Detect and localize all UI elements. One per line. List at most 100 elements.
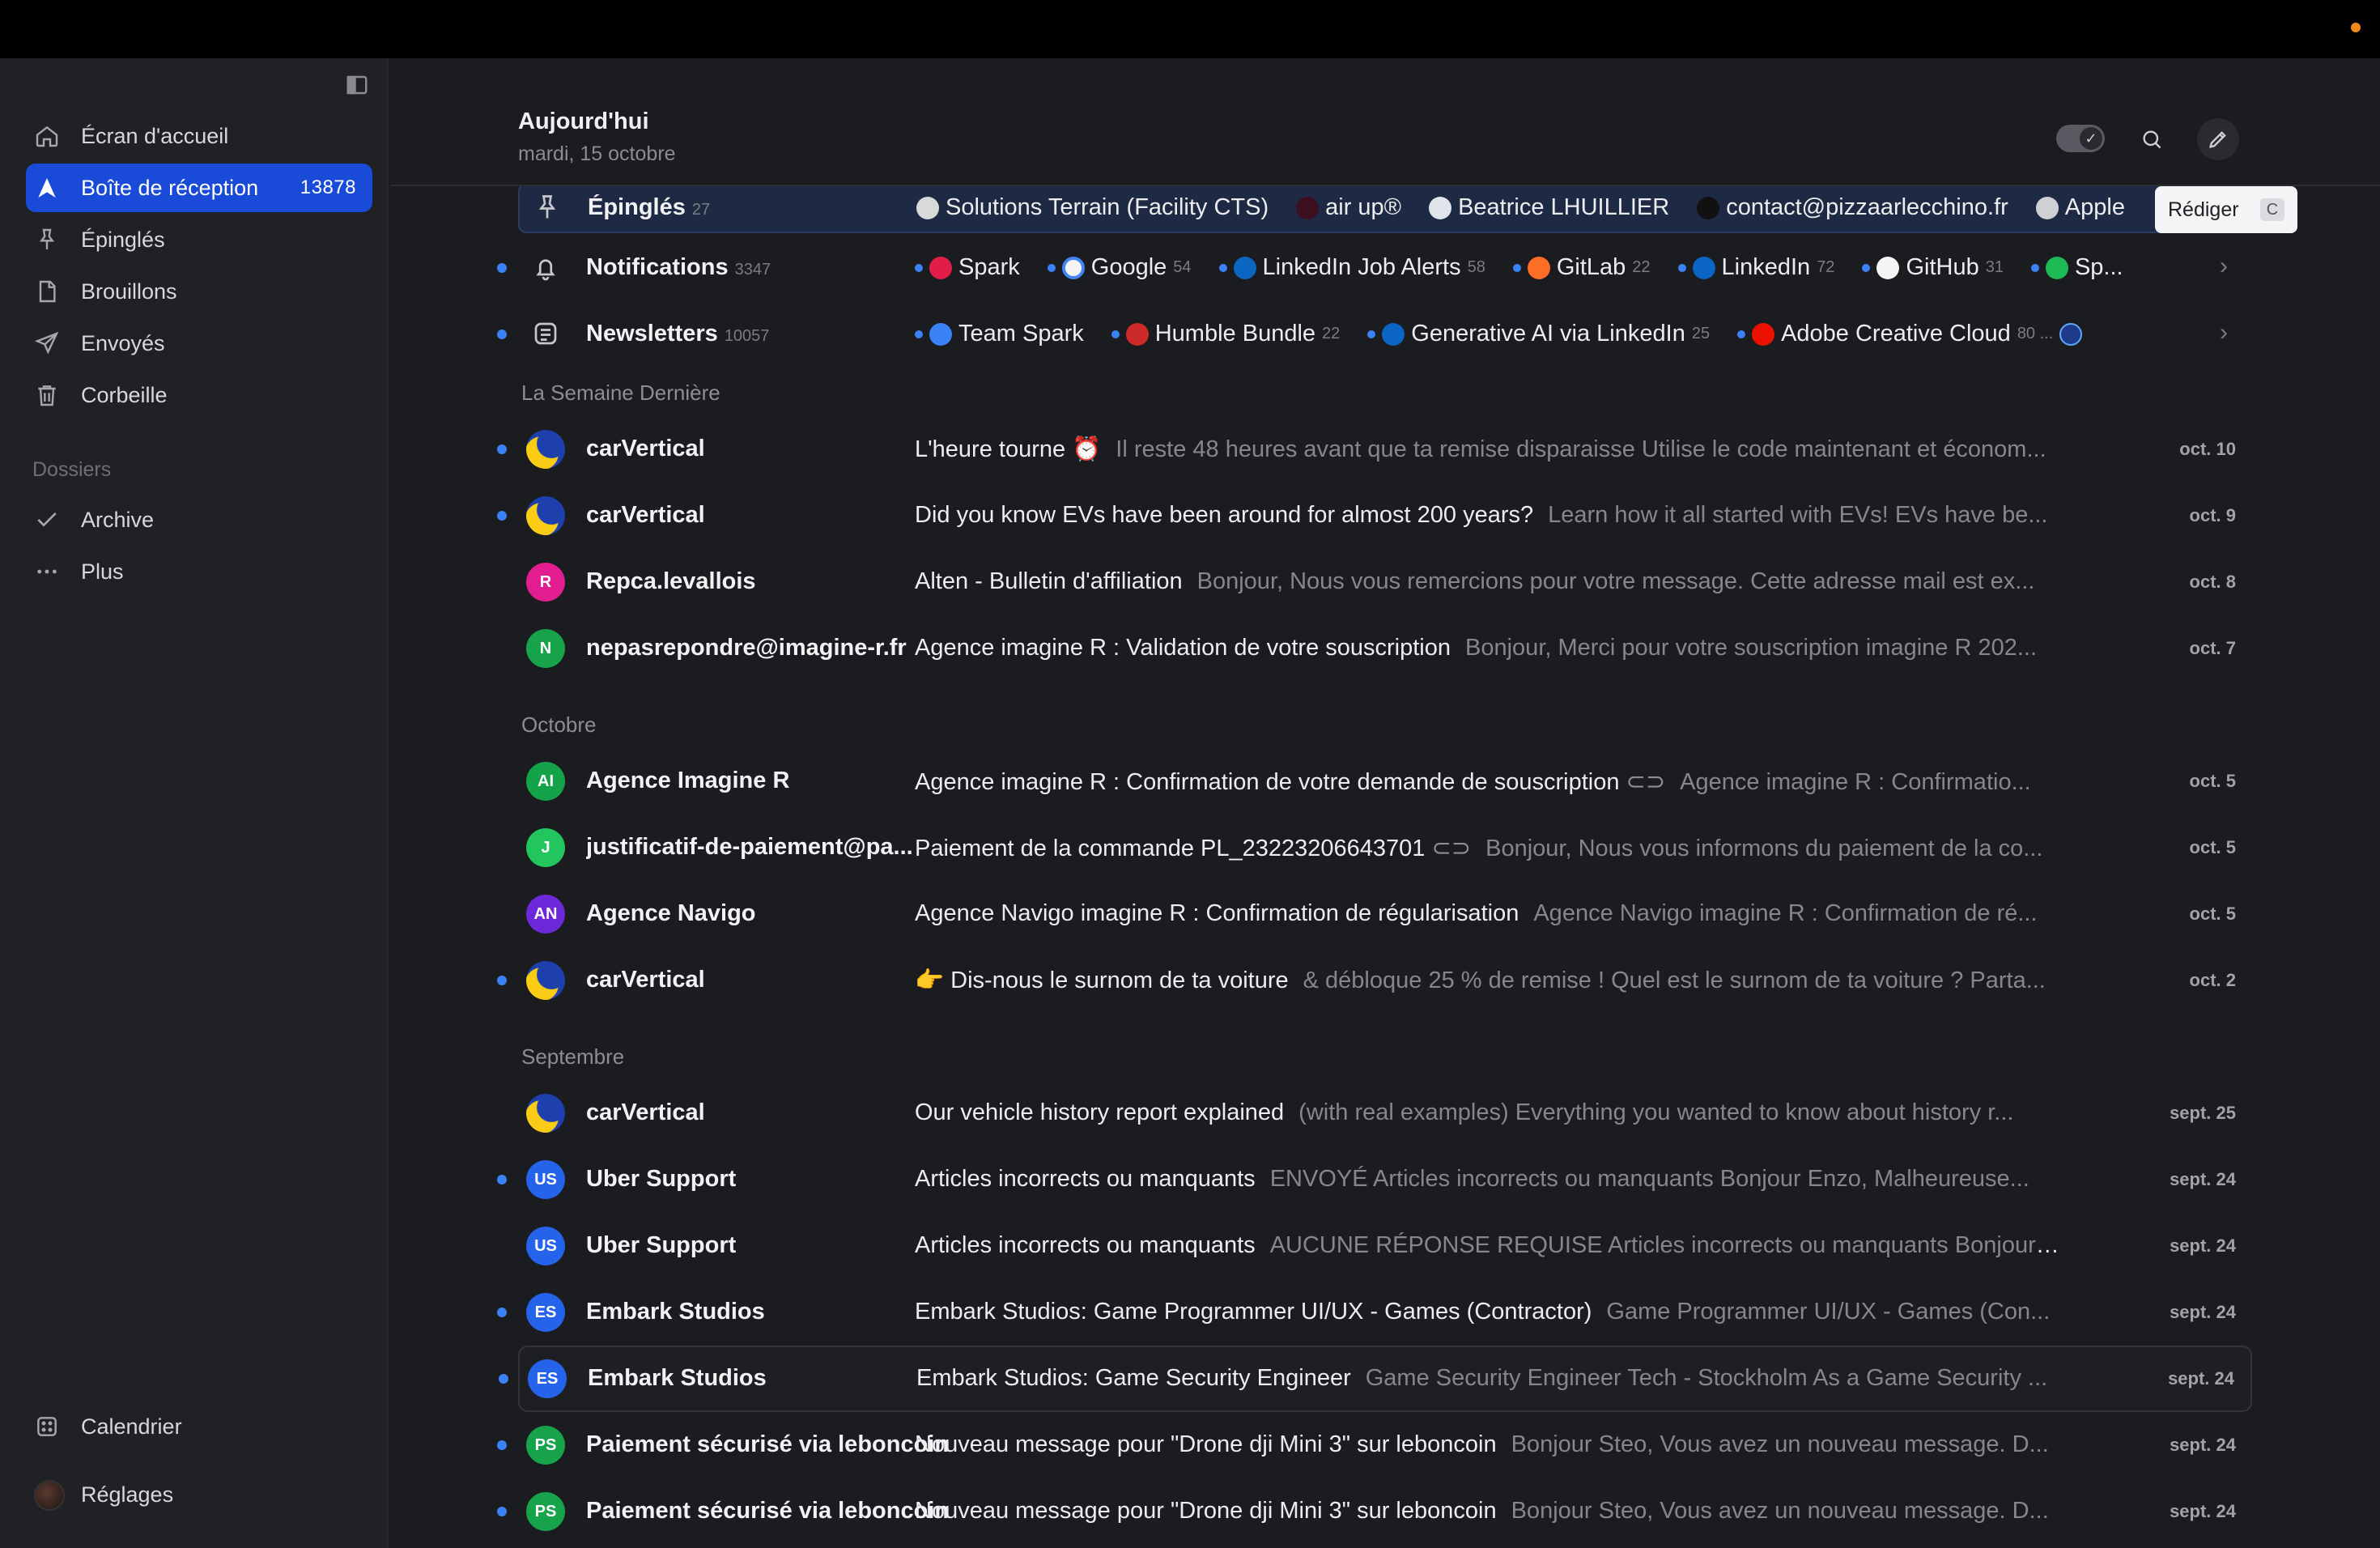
sender-chip[interactable]: LinkedIn 72 (1677, 254, 1834, 281)
sender-chip[interactable]: Team Spark (915, 321, 1084, 347)
nav-item-archive[interactable]: Archive (26, 495, 372, 544)
sender-chip[interactable]: Beatrice LHUILLIER (1429, 194, 1669, 221)
nav-item-pinned[interactable]: Épinglés (26, 215, 372, 264)
category-row-newsletters[interactable]: Newsletters 10057 Team Spark Humble Bundl… (497, 301, 2252, 368)
email-row[interactable]: J justificatif-de-paiement@pa... Paiemen… (518, 814, 2252, 881)
avatar: PS (526, 1492, 565, 1531)
sender-chip[interactable]: Apple (2035, 194, 2125, 221)
email-subject: Did you know EVs have been around for al… (915, 502, 2048, 528)
email-date: sept. 24 (2170, 1302, 2236, 1322)
nav-item-drafts[interactable]: Brouillons (26, 267, 372, 316)
nav-label: Boîte de réception (81, 175, 259, 200)
email-row[interactable]: R Repca.levallois Alten - Bulletin d'aff… (518, 549, 2252, 615)
email-sender: Agence Imagine R (586, 768, 790, 793)
email-subject: Agence imagine R : Validation de votre s… (915, 635, 2038, 661)
pin-icon (533, 193, 562, 222)
email-row[interactable]: ES Embark Studios Embark Studios: Game S… (499, 1346, 2252, 1412)
notification-dot (2351, 23, 2361, 32)
email-row[interactable]: ES Embark Studios Embark Studios: Game P… (497, 1279, 2252, 1346)
bottom-nav: Calendrier Réglages (26, 1402, 372, 1522)
sidebar: Écran d'accueil Boîte de réception 13878… (0, 58, 389, 1548)
nav-label: Épinglés (81, 227, 165, 252)
avatar: ES (526, 1293, 565, 1332)
email-row[interactable]: carVertical Did you know EVs have been a… (497, 483, 2252, 549)
email-date: oct. 2 (2189, 970, 2236, 990)
email-date: sept. 24 (2170, 1501, 2236, 1521)
main-panel: Aujourd'hui mardi, 15 octobre ✓ Rédiger … (390, 58, 2380, 1548)
email-row[interactable]: carVertical 👉 Dis-nous le surnom de ta v… (497, 947, 2252, 1014)
email-date: oct. 7 (2189, 638, 2236, 658)
email-row[interactable]: AN Agence Navigo Agence Navigo imagine R… (518, 881, 2252, 947)
email-sender: carVertical (586, 967, 705, 993)
folders-nav: Archive Plus (26, 495, 372, 599)
nav-item-sent[interactable]: Envoyés (26, 319, 372, 368)
nav-item-inbox[interactable]: Boîte de réception 13878 (26, 164, 372, 212)
sender-chip[interactable]: Spark (915, 254, 1020, 281)
email-row[interactable]: N nepasrepondre@imagine-r.fr Agence imag… (518, 615, 2252, 682)
email-sender: carVertical (586, 502, 705, 528)
email-sender: Paiement sécurisé via leboncoin (586, 1431, 950, 1457)
sender-chip[interactable]: Humble Bundle 22 (1111, 321, 1340, 347)
calendar-icon (34, 1414, 60, 1440)
email-row[interactable]: carVertical L'heure tourne ⏰ Il reste 48 … (497, 416, 2252, 483)
sender-chip[interactable]: Adobe Creative Cloud 80 ... (1737, 321, 2083, 347)
nav-item-trash[interactable]: Corbeille (26, 371, 372, 419)
avatar: AI (526, 762, 565, 801)
email-preview: AUCUNE RÉPONSE REQUISE Articles incorrec… (1269, 1232, 2061, 1258)
email-row[interactable]: carVertical Our vehicle history report e… (518, 1080, 2252, 1146)
nav-item-more[interactable]: Plus (26, 547, 372, 596)
sender-chip[interactable]: air up® (1296, 194, 1401, 221)
email-row[interactable]: AI Agence Imagine R Agence imagine R : C… (518, 748, 2252, 814)
smart-inbox-toggle[interactable]: ✓ (2056, 125, 2105, 152)
category-row-notifications[interactable]: Notifications 3347 Spark Google 54 LinkedI… (497, 235, 2252, 301)
category-row-pinned[interactable]: Épinglés 27 Solutions Terrain (Facility C… (518, 183, 2252, 233)
email-sender: carVertical (586, 436, 705, 461)
nav-label: Réglages (81, 1482, 174, 1507)
email-row[interactable]: PS Paiement sécurisé via leboncoin Nouve… (497, 1412, 2252, 1478)
paperclip-icon: ⊂⊃ (1626, 769, 1666, 795)
nav-item-home[interactable]: Écran d'accueil (26, 112, 372, 160)
email-preview: & débloque 25 % de remise ! Quel est le … (1303, 968, 2046, 993)
search-button[interactable] (2131, 118, 2173, 160)
sender-chip[interactable]: GitLab 22 (1512, 254, 1651, 281)
email-row[interactable]: PS Paiement sécurisé via leboncoin Nouve… (497, 1478, 2252, 1545)
avatar (34, 1480, 65, 1511)
bell-icon (531, 253, 560, 282)
home-icon (34, 123, 60, 149)
email-row[interactable]: US Uber Support Articles incorrects ou m… (497, 1146, 2252, 1213)
unread-dot (497, 1175, 507, 1184)
email-preview: Bonjour, Merci pour votre souscription i… (1465, 635, 2038, 661)
sender-chip[interactable]: Generative AI via LinkedIn 25 (1367, 321, 1710, 347)
sender-chip[interactable]: Google 54 (1047, 254, 1192, 281)
more-icon (34, 559, 60, 585)
sender-chip[interactable]: contact@pizzaarlecchino.fr (1697, 194, 2008, 221)
email-sender: Embark Studios (586, 1299, 765, 1325)
page-title: Aujourd'hui (518, 108, 649, 134)
sender-chip[interactable]: LinkedIn Job Alerts 58 (1218, 254, 1485, 281)
email-date: sept. 24 (2170, 1235, 2236, 1256)
email-preview: ENVOYÉ Articles incorrects ou manquants … (1269, 1166, 2029, 1192)
sender-chip[interactable]: Sp... (2030, 254, 2123, 281)
email-date: oct. 8 (2189, 572, 2236, 592)
email-row[interactable]: US Uber Support Articles incorrects ou m… (518, 1213, 2252, 1279)
email-date: sept. 24 (2170, 1435, 2236, 1455)
unread-dot (499, 1374, 508, 1384)
email-sender: Embark Studios (588, 1365, 767, 1391)
nav-item-settings[interactable]: Réglages (26, 1470, 372, 1519)
sidebar-toggle-icon[interactable] (345, 73, 369, 97)
nav-label: Brouillons (81, 279, 177, 304)
unread-dot (497, 444, 507, 454)
email-preview: Il reste 48 heures avant que ta remise d… (1116, 436, 2046, 462)
email-subject: Our vehicle history report explained (wit… (915, 1099, 2014, 1125)
chevron-right-icon[interactable]: › (2220, 319, 2228, 347)
tooltip-label: Rédiger (2168, 198, 2239, 221)
email-date: sept. 24 (2170, 1169, 2236, 1189)
sender-chip[interactable]: GitHub 31 (1862, 254, 2004, 281)
email-sender: nepasrepondre@imagine-r.fr (586, 635, 907, 661)
nav-item-calendar[interactable]: Calendrier (26, 1402, 372, 1451)
sender-chip[interactable]: Solutions Terrain (Facility CTS) (916, 194, 1269, 221)
group-heading: Octobre (521, 712, 597, 737)
compose-button[interactable] (2197, 118, 2239, 160)
chevron-right-icon[interactable]: › (2220, 253, 2228, 280)
search-icon (2143, 130, 2161, 149)
